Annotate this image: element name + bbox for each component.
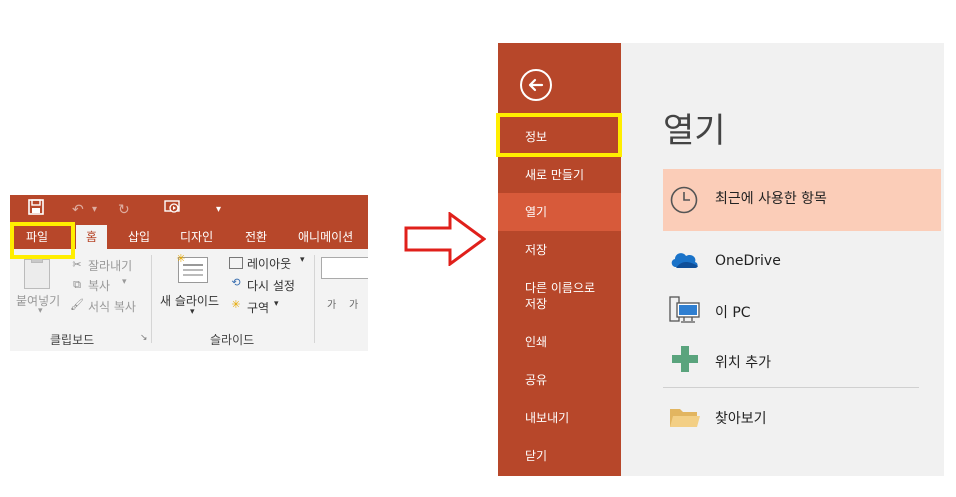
back-button[interactable] [520,69,552,101]
section-dropdown-icon[interactable]: ▾ [274,299,279,309]
undo-icon[interactable]: ↶ [72,199,84,221]
nav-share[interactable]: 공유 [498,372,621,388]
scissors-icon: ✂ [72,258,82,271]
layout-button[interactable]: 레이아웃 [247,255,291,272]
file-tab-highlight [10,222,75,259]
clock-icon [670,186,698,214]
place-recent[interactable]: 최근에 사용한 항목 [663,169,941,231]
cloud-icon [671,253,698,268]
copy-button[interactable]: 복사 [88,277,110,294]
save-icon[interactable] [28,199,44,222]
layout-dropdown-icon[interactable]: ▾ [300,255,305,265]
tab-design[interactable]: 디자인 [180,225,213,249]
backstage-view: 정보 새로 만들기 열기 저장 다른 이름으로 저장 인쇄 공유 내보내기 닫기… [498,43,944,476]
back-arrow-icon [528,78,544,92]
tab-home[interactable]: 홈 [76,225,108,249]
slideshow-start-icon[interactable] [164,199,182,222]
place-add-location[interactable]: 위치 추가 [663,329,941,391]
slides-group-label: 슬라이드 [210,333,255,347]
group-separator [151,255,152,343]
font-name-box[interactable] [321,257,368,279]
place-label: 위치 추가 [715,355,771,371]
grow-font-button[interactable]: 가 [327,296,336,311]
nav-save[interactable]: 저장 [498,242,621,258]
copy-dropdown-icon[interactable]: ▾ [122,277,127,287]
layout-icon [229,257,243,269]
clipboard-launcher-icon[interactable]: ↘ [140,333,148,343]
place-label: 찾아보기 [715,411,767,427]
place-label: 이 PC [715,305,751,321]
nav-print[interactable]: 인쇄 [498,334,621,350]
quick-access-toolbar: ↶ ▾ ↻ ▾ [10,195,368,225]
place-label: 최근에 사용한 항목 [715,191,827,207]
group-separator [314,255,315,343]
tab-insert[interactable]: 삽입 [128,225,150,249]
redo-icon[interactable]: ↻ [118,199,130,221]
folder-icon [670,409,700,427]
format-painter-icon: 🖌 [70,298,84,311]
computer-icon [669,296,700,323]
shrink-font-button[interactable]: 가 [349,296,358,311]
section-button[interactable]: 구역 [247,299,269,316]
nav-export[interactable]: 내보내기 [498,410,621,426]
undo-dropdown-icon[interactable]: ▾ [92,199,97,221]
open-pane: 열기 최근에 사용한 항목 OneDrive 이 PC 위치 추가 찾아보기 [621,43,944,476]
nav-open[interactable]: 열기 [498,193,621,231]
nav-new[interactable]: 새로 만들기 [498,167,621,183]
place-label: OneDrive [715,253,781,269]
powerpoint-ribbon: ↶ ▾ ↻ ▾ 파일 홈 삽입 디자인 전환 애니메이션 붙여넣기 ▾ ✂ 잘라… [10,195,368,351]
cut-button[interactable]: 잘라내기 [88,257,132,274]
customize-qat-icon[interactable]: ▾ [216,199,221,221]
reset-icon: ⟲ [231,276,241,289]
clipboard-group-label: 클립보드 [50,333,95,347]
tab-animations[interactable]: 애니메이션 [298,225,353,249]
format-painter-button[interactable]: 서식 복사 [88,298,136,315]
paste-icon[interactable] [24,255,50,289]
nav-close[interactable]: 닫기 [498,448,621,464]
info-highlight [496,113,622,157]
reset-button[interactable]: 다시 설정 [247,277,295,294]
home-tab-groups: 붙여넣기 ▾ ✂ 잘라내기 ⧉ 복사 ▾ 🖌 서식 복사 클립보드 ↘ ✳ 새 … [10,249,368,351]
right-arrow-icon [404,211,487,270]
nav-save-as[interactable]: 다른 이름으로 저장 [498,280,621,312]
tab-transitions[interactable]: 전환 [245,225,267,249]
place-browse[interactable]: 찾아보기 [663,387,941,449]
page-title: 열기 [663,111,726,151]
copy-icon: ⧉ [73,278,81,291]
new-slide-dropdown-icon[interactable]: ▾ [190,307,195,317]
plus-icon [672,346,698,372]
backstage-nav: 정보 새로 만들기 열기 저장 다른 이름으로 저장 인쇄 공유 내보내기 닫기 [498,43,621,476]
section-icon: ✳ [231,298,241,311]
paste-dropdown-icon[interactable]: ▾ [38,306,43,316]
sparkle-icon: ✳ [176,252,186,265]
